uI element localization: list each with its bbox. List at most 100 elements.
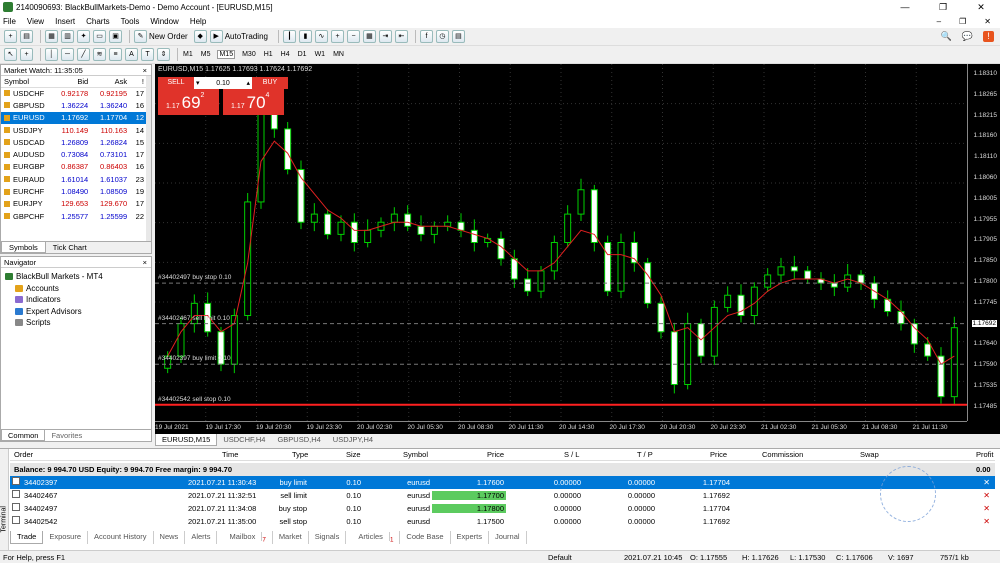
tree-item-accounts[interactable]: Accounts (5, 283, 147, 295)
column-header[interactable]: Order (14, 450, 33, 459)
tab-account-history[interactable]: Account History (88, 531, 154, 544)
price-axis[interactable]: 1.18310 1.18265 1.18215 1.18160 1.18110 1.180… (967, 64, 1000, 421)
column-header[interactable]: Swap (860, 450, 879, 459)
column-header[interactable]: Type (292, 450, 308, 459)
column-header[interactable]: S / L (564, 450, 579, 459)
chart-tab-gbpusd-h4[interactable]: GBPUSD,H4 (271, 434, 326, 446)
tree-item-scripts[interactable]: Scripts (5, 317, 147, 329)
autotrading-button[interactable]: ▶ AutoTrading (209, 30, 268, 43)
tab-favorites[interactable]: Favorites (45, 430, 88, 441)
market-watch-row[interactable]: USDCAD 1.26809 1.26824 15 (1, 136, 147, 148)
menu-window[interactable]: Window (150, 17, 178, 26)
chart-shift-icon[interactable]: ⇤ (394, 30, 408, 43)
tree-root[interactable]: BlackBull Markets - MT4 (5, 271, 147, 283)
cancel-order-icon[interactable]: ✕ (983, 491, 990, 500)
search-icon[interactable]: 🔍 (941, 31, 952, 42)
zoom-out-icon[interactable]: − (346, 30, 360, 43)
tab-articles[interactable]: Articles 1 (346, 531, 401, 544)
timeframe-w1[interactable]: W1 (314, 51, 327, 58)
column-header[interactable]: Size (346, 450, 361, 459)
terminal-icon[interactable]: ▭ (93, 30, 106, 43)
order-row[interactable]: 34402497 2021.07.21 11:34:08 buy stop 0.10 e… (10, 502, 995, 515)
sell-price-button[interactable]: 1.17 69 2 (158, 89, 219, 115)
menu-view[interactable]: View (27, 17, 44, 26)
market-watch-row[interactable]: EURJPY 129.653 129.670 17 (1, 198, 147, 210)
menu-tools[interactable]: Tools (121, 17, 140, 26)
tab-code-base[interactable]: Code Base (400, 531, 451, 544)
maximize-button[interactable]: ❐ (924, 2, 962, 13)
tab-mailbox[interactable]: Mailbox 7 (217, 531, 273, 544)
column-header[interactable]: Price (710, 450, 727, 459)
balance-row[interactable]: Balance: 9 994.70 USD Equity: 9 994.70 F… (10, 463, 995, 476)
timeframe-d1[interactable]: D1 (297, 51, 308, 58)
order-row[interactable]: 34402397 2021.07.21 11:30:43 buy limit 0.10… (10, 476, 995, 489)
label-icon[interactable]: T (141, 48, 154, 61)
timeframe-m1[interactable]: M1 (182, 51, 194, 58)
column-header[interactable]: Price (487, 450, 504, 459)
tab-experts[interactable]: Experts (451, 531, 489, 544)
cursor-icon[interactable]: ↖ (4, 48, 17, 61)
autoscroll-icon[interactable]: ⇥ (378, 30, 392, 43)
column-header[interactable]: Profit (976, 450, 994, 459)
channel-icon[interactable]: ≋ (93, 48, 106, 61)
notification-icon[interactable]: ! (983, 31, 994, 42)
buy-button-label[interactable]: BUY (252, 77, 288, 89)
chat-icon[interactable]: 💬 (962, 31, 973, 42)
bar-chart-icon[interactable]: ┃ (282, 30, 296, 43)
profiles-icon[interactable]: ▤ (20, 30, 33, 43)
market-watch-row[interactable]: EURUSD 1.17692 1.17704 12 (1, 111, 147, 124)
column-header[interactable]: T / P (637, 450, 653, 459)
tree-item-indicators[interactable]: Indicators (5, 294, 147, 306)
templates-icon[interactable]: ▤ (451, 30, 465, 43)
vertical-line-icon[interactable]: │ (45, 48, 58, 61)
column-header[interactable]: ! (130, 76, 147, 88)
buy-price-button[interactable]: 1.17 70 4 (223, 89, 284, 115)
data-window-icon[interactable]: ▥ (61, 30, 74, 43)
lot-size-input[interactable]: ▾ 0.10 ▴ (194, 77, 252, 89)
market-watch-row[interactable]: GBPCHF 1.25577 1.25599 22 (1, 210, 147, 222)
tab-trade[interactable]: Trade (10, 531, 44, 544)
market-watch-row[interactable]: GBPUSD 1.36224 1.36240 16 (1, 99, 147, 111)
tab-common[interactable]: Common (1, 430, 46, 441)
order-row[interactable]: 34402467 2021.07.21 11:32:51 sell limit 0.1… (10, 489, 995, 502)
status-profile[interactable]: Default (548, 553, 572, 562)
order-row[interactable]: 34402542 2021.07.21 11:35:00 sell stop 0.10… (10, 515, 995, 528)
chart-tab-usdchf-h4[interactable]: USDCHF,H4 (217, 434, 271, 446)
navigator-icon[interactable]: ✦ (77, 30, 90, 43)
menu-insert[interactable]: Insert (55, 17, 75, 26)
menu-help[interactable]: Help (190, 17, 206, 26)
tab-symbols[interactable]: Symbols (1, 242, 46, 253)
tile-windows-icon[interactable]: ▦ (362, 30, 376, 43)
cancel-order-icon[interactable]: ✕ (983, 517, 990, 526)
chart-window[interactable]: EURUSD,M15 1.17625 1.17693 1.17624 1.176… (155, 64, 1000, 446)
tab-signals[interactable]: Signals (309, 531, 347, 544)
chart-tab-usdjpy-h4[interactable]: USDJPY,H4 (327, 434, 379, 446)
chart-tab-eurusd-m15[interactable]: EURUSD,M15 (155, 434, 218, 446)
timeframe-h1[interactable]: H1 (263, 51, 274, 58)
column-header[interactable]: Time (222, 450, 238, 459)
scrollbar[interactable] (146, 76, 151, 241)
price-chart[interactable] (155, 64, 967, 421)
decrease-lot-icon[interactable]: ▾ (196, 79, 200, 87)
column-header[interactable]: Symbol (403, 450, 428, 459)
sell-button-label[interactable]: SELL (158, 77, 194, 89)
candlestick-icon[interactable]: ▮ (298, 30, 312, 43)
new-order-button[interactable]: ✎ New Order (134, 30, 188, 43)
tab-tick-chart[interactable]: Tick Chart (46, 242, 94, 253)
timeframe-mn[interactable]: MN (332, 51, 345, 58)
cancel-order-icon[interactable]: ✕ (983, 504, 990, 513)
tab-journal[interactable]: Journal (489, 531, 527, 544)
tree-item-expert-advisors[interactable]: Expert Advisors (5, 306, 147, 318)
fibo-icon[interactable]: ≡ (109, 48, 122, 61)
close-icon[interactable]: × (143, 66, 147, 75)
column-header[interactable]: Symbol (1, 76, 53, 88)
market-watch-row[interactable]: EURAUD 1.61014 1.61037 23 (1, 173, 147, 185)
timeframe-m5[interactable]: M5 (200, 51, 212, 58)
text-icon[interactable]: A (125, 48, 138, 61)
metaeditor-icon[interactable]: ◆ (193, 30, 207, 43)
minimize-button[interactable]: — (886, 2, 924, 13)
trendline-icon[interactable]: ╱ (77, 48, 90, 61)
child-close-button[interactable]: ✕ (984, 17, 991, 26)
time-axis[interactable]: 19 Jul 2021 19 Jul 17:30 19 Jul 20:30 19 Ju… (155, 421, 967, 433)
market-watch-row[interactable]: USDCHF 0.92178 0.92195 17 (1, 87, 147, 99)
